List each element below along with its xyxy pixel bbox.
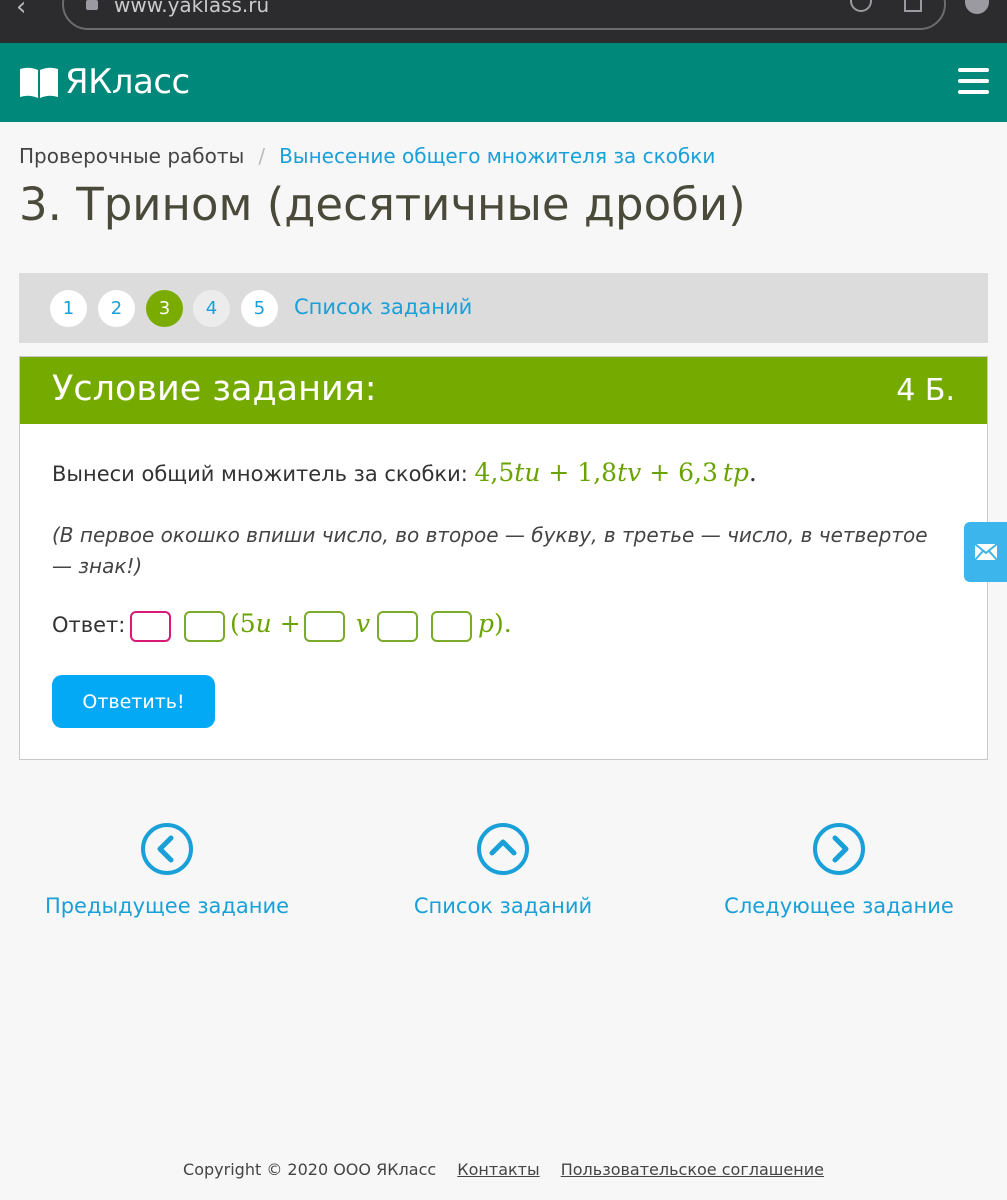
browser-toolbar: ‹ www.yaklass.ru [0,0,1007,43]
breadcrumb: Проверочные работы / Вынесение общего мн… [19,144,715,168]
task-number-4[interactable]: 4 [193,290,230,327]
task-hint: (В первое окошко впиши число, во второе … [52,523,928,578]
task-expression: 4,5tu + 1,8tv + 6,3 tp. [474,458,757,487]
feedback-tab[interactable] [964,522,1007,582]
agreement-link[interactable]: Пользовательское соглашение [561,1160,824,1179]
answer-input-3[interactable] [304,611,345,642]
task-list-link[interactable]: Список заданий [294,295,472,319]
back-icon[interactable]: ‹ [16,0,26,22]
answer-input-1[interactable] [130,611,171,642]
answer-label: Ответ: [52,613,126,637]
task-list-nav[interactable]: Список заданий [363,822,643,918]
contacts-link[interactable]: Контакты [457,1160,539,1179]
lock-icon [86,0,98,10]
address-bar[interactable]: www.yaklass.ru [62,0,946,30]
book-logo-icon [20,67,58,98]
answer-input-5[interactable] [431,611,472,642]
copyright-text: Copyright © 2020 ООО ЯКласс [183,1160,437,1179]
logo-text: ЯКласс [65,62,190,102]
task-statement-prefix: Вынеси общий множитель за скобки: [52,462,468,486]
answer-open-paren: (5u + [230,609,301,638]
task-header-title: Условие задания: [52,369,377,409]
answer-input-4[interactable] [377,611,418,642]
chevron-right-icon[interactable] [812,822,866,876]
site-header: ЯКласс [0,43,1007,122]
profile-icon[interactable] [965,0,989,14]
task-header: Условие задания: 4 Б. [20,357,987,424]
task-navigation: 1 2 3 4 5 Список заданий [19,273,988,343]
breadcrumb-current[interactable]: Вынесение общего множителя за скобки [279,144,715,168]
task-number-1[interactable]: 1 [50,290,87,327]
next-task-nav[interactable]: Следующее задание [699,822,979,918]
breadcrumb-root[interactable]: Проверочные работы [19,144,244,168]
answer-var-v: v [356,609,371,638]
prev-task-nav[interactable]: Предыдущее задание [27,822,307,918]
menu-icon[interactable] [958,68,989,94]
chevron-left-icon[interactable] [140,822,194,876]
next-task-label[interactable]: Следующее задание [699,894,979,918]
task-points: 4 Б. [896,373,955,408]
task-number-2[interactable]: 2 [98,290,135,327]
task-card: Условие задания: 4 Б. Вынеси общий множи… [19,356,988,760]
footer: Copyright © 2020 ООО ЯКласс Контакты Пол… [0,1160,1007,1179]
task-list-label[interactable]: Список заданий [363,894,643,918]
url-text: www.yaklass.ru [114,0,270,17]
answer-close-paren: p). [478,609,512,638]
reload-icon[interactable] [850,0,872,12]
task-number-3[interactable]: 3 [146,290,183,327]
submit-button[interactable]: Ответить! [52,675,215,728]
prev-task-label[interactable]: Предыдущее задание [27,894,307,918]
chevron-up-icon[interactable] [476,822,530,876]
page-title: 3. Трином (десятичные дроби) [19,178,746,231]
logo[interactable]: ЯКласс [19,62,190,102]
task-number-5[interactable]: 5 [241,290,278,327]
task-statement: Вынеси общий множитель за скобки: 4,5tu … [52,458,757,487]
mail-icon [973,543,998,561]
answer-row: Ответ: (5u + v p). [52,609,952,643]
breadcrumb-separator: / [258,144,266,168]
answer-input-2[interactable] [184,611,225,642]
bookmark-icon[interactable] [904,0,922,12]
